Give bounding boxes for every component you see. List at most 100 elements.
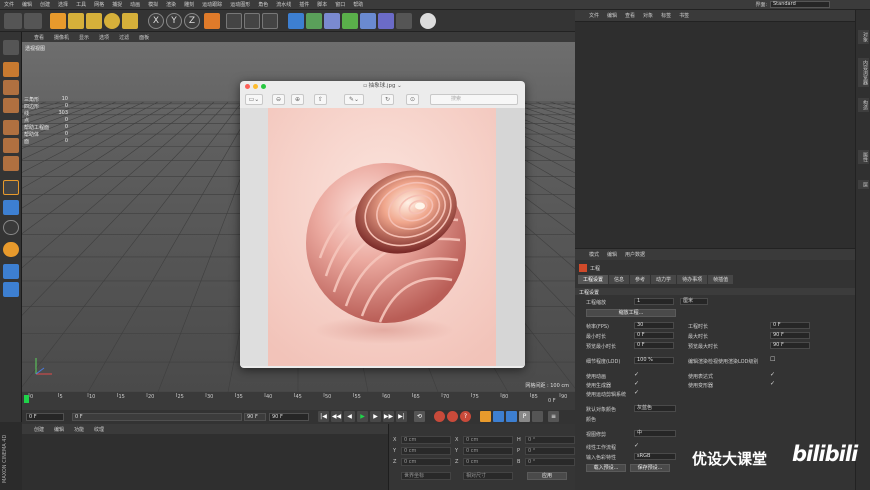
light-icon[interactable] <box>420 13 436 29</box>
save-preset-button[interactable]: 保存预设... <box>630 464 670 472</box>
prev-key-icon[interactable]: ◀◀ <box>331 411 342 422</box>
viewport-menu-item-3[interactable]: 选项 <box>99 34 109 41</box>
next-frame-icon[interactable]: ▶ <box>370 411 381 422</box>
attribute-tab-5[interactable]: 帧插值 <box>708 275 734 284</box>
points-mode-icon[interactable] <box>3 120 19 135</box>
coord-field[interactable]: 0 ° <box>525 436 575 444</box>
redo-icon[interactable] <box>24 13 42 29</box>
input-color-dropdown[interactable]: sRGB <box>634 453 676 460</box>
sidebar-toggle-icon[interactable]: ▭⌄ <box>245 94 263 105</box>
linear-workflow-checkbox[interactable]: ✓ <box>634 442 641 449</box>
texture-mode-icon[interactable] <box>3 80 19 95</box>
object-menu-item-2[interactable]: 查看 <box>625 12 635 19</box>
menu-item-7[interactable]: 动画 <box>130 1 140 8</box>
coord-field[interactable]: 0 ° <box>525 458 575 466</box>
menu-item-1[interactable]: 编辑 <box>22 1 32 8</box>
scale-unit-dropdown[interactable]: 厘米 <box>680 298 708 305</box>
record-icon[interactable] <box>434 411 445 422</box>
zoom-in-icon[interactable]: ⊕ <box>291 94 304 105</box>
size-mode-dropdown[interactable]: 相对尺寸 <box>463 472 513 480</box>
goto-end-icon[interactable]: ▶| <box>396 411 407 422</box>
object-menu-item-0[interactable]: 文件 <box>589 12 599 19</box>
key-pla-icon[interactable] <box>532 411 543 422</box>
y-axis-icon[interactable]: Y <box>166 13 182 29</box>
viewport-menu-item-4[interactable]: 过滤 <box>119 34 129 41</box>
menu-item-9[interactable]: 渲染 <box>166 1 176 8</box>
coordinate-system-icon[interactable] <box>204 13 220 29</box>
preview-min-field[interactable]: 0 F <box>634 342 674 349</box>
viewport-menu-item-0[interactable]: 查看 <box>34 34 44 41</box>
checkbox[interactable]: ✓ <box>634 389 641 396</box>
menu-item-14[interactable]: 流水线 <box>276 1 291 8</box>
menu-item-5[interactable]: 网格 <box>94 1 104 8</box>
menu-item-13[interactable]: 角色 <box>258 1 268 8</box>
close-icon[interactable] <box>245 84 250 89</box>
annotate-icon[interactable]: ⊙ <box>406 94 419 105</box>
select-arrow-icon[interactable] <box>50 13 66 29</box>
subdivision-icon[interactable] <box>324 13 340 29</box>
render-view-icon[interactable] <box>226 13 242 29</box>
layout-selector[interactable]: 界面: Standard <box>755 1 830 8</box>
make-editable-icon[interactable] <box>3 40 19 55</box>
layout-dropdown[interactable]: Standard <box>770 1 830 8</box>
attribute-menu-item-1[interactable]: 编辑 <box>607 251 617 258</box>
recent-tool-icon[interactable] <box>122 13 138 29</box>
snap-icon[interactable] <box>3 220 19 235</box>
coord-field[interactable]: 0 cm <box>401 458 451 466</box>
attribute-tab-0[interactable]: 工程设置 <box>578 275 609 284</box>
menu-item-8[interactable]: 模拟 <box>148 1 158 8</box>
coord-field[interactable]: 0 cm <box>401 447 451 455</box>
material-menu-item-1[interactable]: 编辑 <box>54 426 64 433</box>
attribute-tab-4[interactable]: 待办事项 <box>677 275 708 284</box>
key-rotation-icon[interactable] <box>493 411 504 422</box>
preview-max-field[interactable]: 90 F <box>770 342 810 349</box>
camera-icon[interactable] <box>396 13 412 29</box>
next-key-icon[interactable]: ▶▶ <box>383 411 394 422</box>
viewport-menu-item-2[interactable]: 显示 <box>79 34 89 41</box>
enable-axis-icon[interactable] <box>3 180 19 195</box>
attribute-tab-2[interactable]: 参考 <box>630 275 651 284</box>
checkbox[interactable]: ✓ <box>634 371 641 378</box>
menu-item-4[interactable]: 工具 <box>76 1 86 8</box>
menu-item-12[interactable]: 运动图形 <box>230 1 250 8</box>
attribute-tab-1[interactable]: 信息 <box>609 275 630 284</box>
schedule-icon[interactable]: ≡ <box>548 411 559 422</box>
side-tab-1[interactable]: 内容浏览器 <box>858 58 869 87</box>
side-tab-2[interactable]: 构造 <box>858 98 869 112</box>
material-menu-item-0[interactable]: 创建 <box>34 426 44 433</box>
object-menu-item-5[interactable]: 书签 <box>679 12 689 19</box>
move-icon[interactable] <box>68 13 84 29</box>
attribute-tab-3[interactable]: 动力学 <box>651 275 677 284</box>
menu-item-6[interactable]: 捕捉 <box>112 1 122 8</box>
menu-item-15[interactable]: 插件 <box>299 1 309 8</box>
minimize-icon[interactable] <box>253 84 258 89</box>
view-clip-dropdown[interactable]: 中 <box>634 430 676 437</box>
x-axis-icon[interactable]: X <box>148 13 164 29</box>
coord-field[interactable]: 0 cm <box>463 447 513 455</box>
prev-frame-icon[interactable]: ◀ <box>344 411 355 422</box>
undo-icon[interactable] <box>4 13 22 29</box>
menu-item-18[interactable]: 帮助 <box>353 1 363 8</box>
checkbox[interactable]: ✓ <box>770 371 777 378</box>
checkbox[interactable]: ✓ <box>770 380 777 387</box>
side-tab-0[interactable]: 对象 <box>858 30 869 44</box>
scale-field[interactable]: 1 <box>634 298 674 305</box>
viewport-menu-item-1[interactable]: 摄像机 <box>54 34 69 41</box>
workplane-grid-icon[interactable] <box>3 264 19 279</box>
side-tab-4[interactable]: 层 <box>858 180 869 189</box>
object-menu-item-3[interactable]: 对象 <box>643 12 653 19</box>
play-icon[interactable]: ▶ <box>357 411 368 422</box>
menu-item-16[interactable]: 脚本 <box>317 1 327 8</box>
deformer-icon[interactable] <box>360 13 376 29</box>
zoom-out-icon[interactable]: ⊖ <box>272 94 285 105</box>
menu-item-0[interactable]: 文件 <box>4 1 14 8</box>
attribute-menu-item-0[interactable]: 模式 <box>589 251 599 258</box>
workplane-icon[interactable] <box>3 98 19 113</box>
material-menu-item-2[interactable]: 功能 <box>74 426 84 433</box>
fps-field[interactable]: 30 <box>634 322 674 329</box>
key-param-icon[interactable]: P <box>519 411 530 422</box>
cube-icon[interactable] <box>288 13 304 29</box>
side-tab-3[interactable]: 属性 <box>858 150 869 164</box>
timeline-playhead[interactable] <box>24 395 29 403</box>
auto-key-icon[interactable] <box>447 411 458 422</box>
